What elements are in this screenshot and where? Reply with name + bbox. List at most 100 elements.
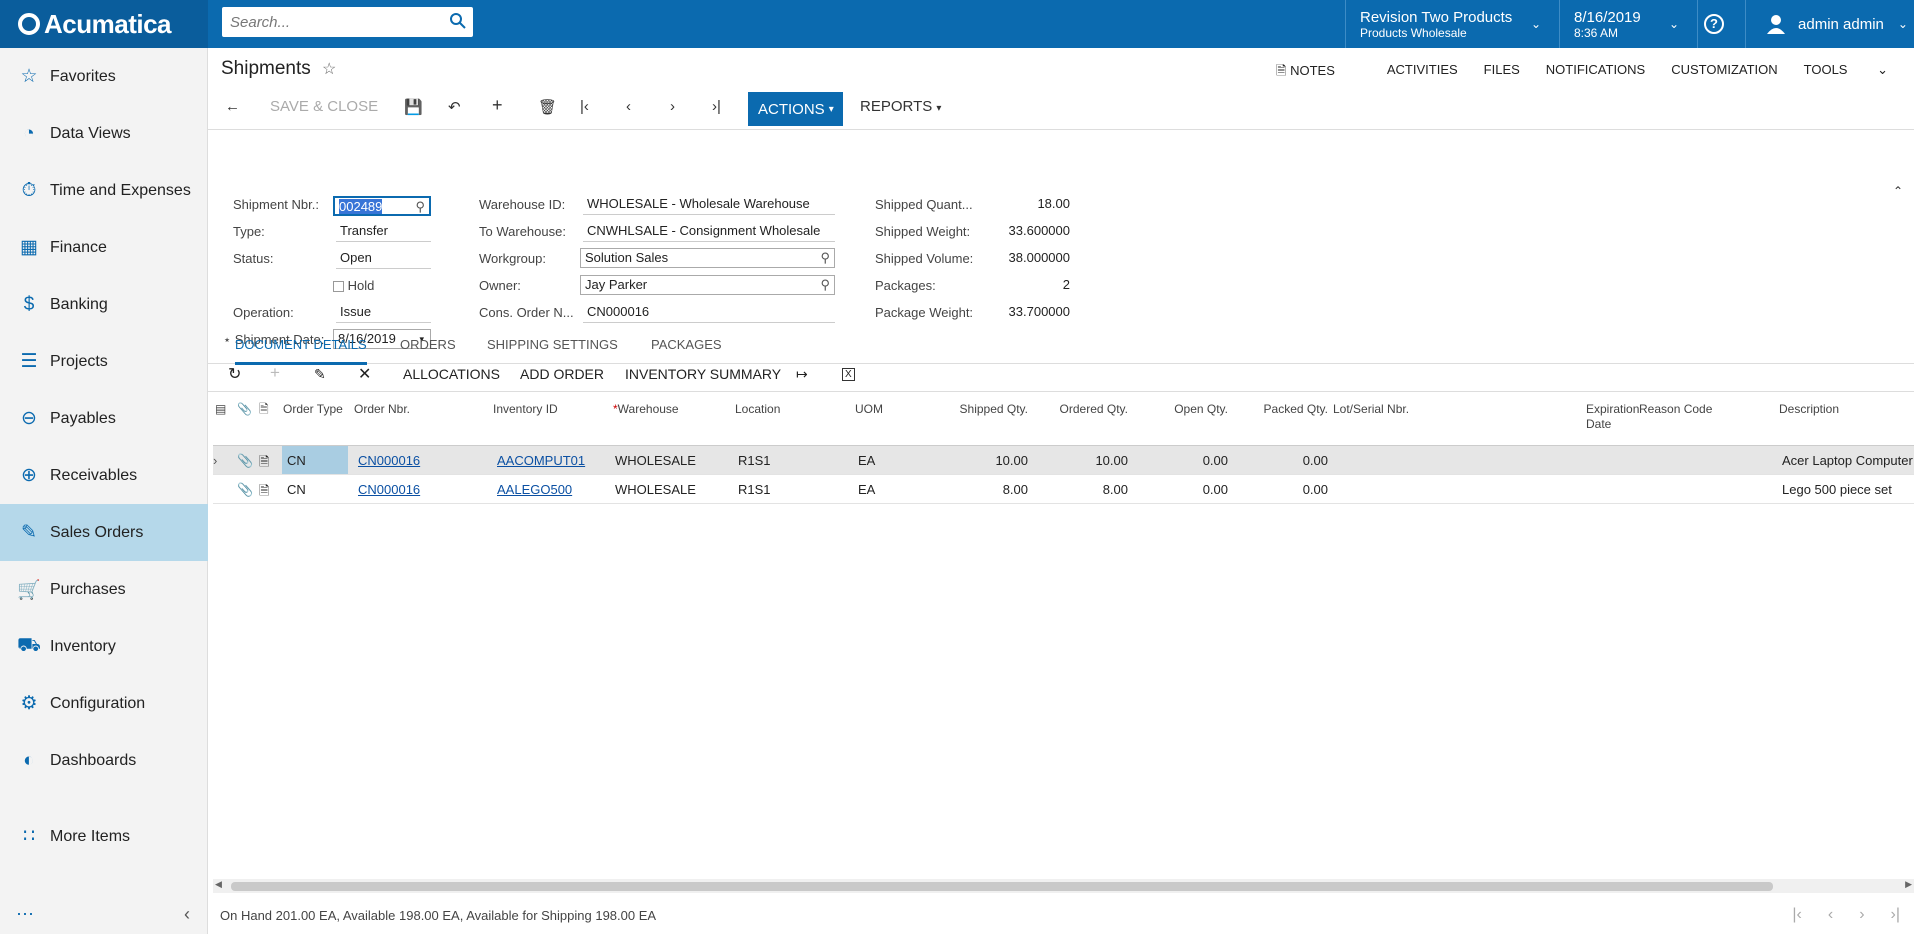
company-selector[interactable]: Revision Two Products Products Wholesale… (1345, 0, 1559, 48)
col-open-qty[interactable]: Open Qty. (1148, 402, 1228, 417)
cell-location[interactable]: R1S1 (738, 482, 771, 497)
last-record-icon[interactable]: ›| (712, 98, 721, 115)
sidebar-item-finance[interactable]: ▦ Finance (0, 219, 208, 276)
cons-order-field[interactable]: CN000016 (583, 303, 835, 323)
favorite-star-icon[interactable]: ☆ (322, 59, 336, 79)
edit-icon[interactable]: ✎ (314, 366, 326, 383)
cell-inventory-id[interactable]: AALEGO500 (497, 482, 572, 497)
more-dots-icon[interactable]: ⋯ (16, 904, 34, 925)
attachment-icon[interactable]: 📎 (237, 453, 253, 469)
delete-row-icon[interactable]: ✕ (358, 364, 371, 384)
cell-shipped-qty[interactable]: 10.00 (948, 453, 1028, 468)
table-row[interactable]: 📎 🗎 CN CN000016 AALEGO500 WHOLESALE R1S1… (213, 475, 1914, 504)
scrollbar-thumb[interactable] (231, 882, 1773, 891)
cell-order-type[interactable]: CN (287, 453, 306, 468)
col-description[interactable]: Description (1779, 402, 1839, 417)
add-row-icon[interactable]: + (270, 363, 280, 383)
cell-order-nbr[interactable]: CN000016 (358, 453, 420, 468)
note-icon[interactable]: 🗎 (259, 453, 269, 475)
sidebar-item-purchases[interactable]: 🛒 Purchases (0, 561, 208, 618)
attachment-icon[interactable]: 📎 (237, 482, 253, 498)
actions-button[interactable]: ACTIONS ▾ (748, 92, 843, 126)
sidebar-item-sales-orders[interactable]: ✎ Sales Orders (0, 504, 208, 561)
cell-order-type[interactable]: CN (287, 482, 306, 497)
col-lot-serial-nbr[interactable]: Lot/Serial Nbr. (1333, 402, 1409, 417)
col-reason-code[interactable]: Reason Code (1639, 402, 1712, 417)
cell-warehouse[interactable]: WHOLESALE (615, 453, 696, 468)
tab-packages[interactable]: PACKAGES (651, 337, 722, 352)
cell-description[interactable]: Acer Laptop Computer (1782, 453, 1913, 468)
tab-orders[interactable]: ORDERS (400, 337, 456, 352)
activities-link[interactable]: ACTIVITIES (1387, 62, 1458, 84)
delete-icon[interactable]: 🗑 (538, 98, 557, 116)
table-row[interactable]: › 📎 🗎 CN CN000016 AACOMPUT01 WHOLESALE R… (213, 446, 1914, 475)
workgroup-field[interactable]: Solution Sales ⚲ (580, 248, 835, 268)
col-ordered-qty[interactable]: Ordered Qty. (1048, 402, 1128, 417)
refresh-icon[interactable]: ↻ (228, 364, 241, 384)
cell-shipped-qty[interactable]: 8.00 (948, 482, 1028, 497)
sidebar-item-time-and-expenses[interactable]: ⏱ Time and Expenses (0, 162, 208, 219)
horizontal-scrollbar[interactable]: ◀ ▶ (213, 879, 1914, 893)
tab-shipping-settings[interactable]: SHIPPING SETTINGS (487, 337, 618, 352)
fit-columns-icon[interactable]: ↦ (796, 366, 808, 383)
undo-icon[interactable]: ↶ (448, 98, 461, 116)
col-uom[interactable]: UOM (855, 402, 883, 417)
cell-uom[interactable]: EA (858, 453, 875, 468)
note-icon[interactable]: 🗎 (259, 482, 269, 504)
cell-inventory-id[interactable]: AACOMPUT01 (497, 453, 585, 468)
scroll-left-icon[interactable]: ◀ (215, 879, 222, 890)
row-selector-header-icon[interactable]: ▤ (215, 402, 226, 417)
collapse-sidebar-icon[interactable]: ‹ (184, 904, 190, 925)
search-icon[interactable] (449, 12, 467, 30)
acumatica-logo[interactable]: Acumatica (0, 0, 208, 48)
search-input[interactable]: Search... (222, 7, 473, 37)
cell-uom[interactable]: EA (858, 482, 875, 497)
customization-link[interactable]: CUSTOMIZATION (1671, 62, 1777, 84)
col-shipped-qty[interactable]: Shipped Qty. (948, 402, 1028, 417)
sidebar-item-dashboards[interactable]: ◐ Dashboards (0, 732, 208, 789)
last-page-icon[interactable]: ›| (1891, 906, 1900, 924)
reports-button[interactable]: REPORTS ▾ (860, 98, 941, 115)
notes-link[interactable]: 🗎 NOTES (1276, 62, 1361, 84)
save-close-button[interactable]: SAVE & CLOSE (270, 98, 378, 115)
shipment-nbr-field[interactable]: 002489 ⚲ (333, 196, 431, 216)
files-link[interactable]: FILES (1484, 62, 1520, 84)
col-packed-qty[interactable]: Packed Qty. (1248, 402, 1328, 417)
sidebar-item-payables[interactable]: ⊖ Payables (0, 390, 208, 447)
lookup-icon[interactable]: ⚲ (820, 249, 830, 267)
allocations-button[interactable]: ALLOCATIONS (403, 366, 500, 382)
col-warehouse[interactable]: *Warehouse (613, 402, 679, 417)
next-record-icon[interactable]: › (670, 98, 675, 115)
col-order-type[interactable]: Order Type (283, 402, 343, 417)
date-selector[interactable]: 8/16/2019 8:36 AM ⌄ (1559, 0, 1697, 48)
sidebar-item-more-items[interactable]: ∷ More Items (0, 808, 208, 865)
hold-checkbox[interactable]: Hold (333, 278, 374, 293)
type-field[interactable]: Transfer (336, 222, 431, 242)
sidebar-item-projects[interactable]: ☰ Projects (0, 333, 208, 390)
sidebar-item-receivables[interactable]: ⊕ Receivables (0, 447, 208, 504)
notifications-link[interactable]: NOTIFICATIONS (1546, 62, 1645, 84)
cell-location[interactable]: R1S1 (738, 453, 771, 468)
owner-field[interactable]: Jay Parker ⚲ (580, 275, 835, 295)
sidebar-item-favorites[interactable]: ☆ Favorites (0, 48, 208, 105)
export-excel-icon[interactable]: X (842, 368, 855, 381)
cell-description[interactable]: Lego 500 piece set (1782, 482, 1892, 497)
save-icon[interactable]: 💾 (404, 98, 423, 116)
sidebar-item-data-views[interactable]: ◔ Data Views (0, 105, 208, 162)
user-menu[interactable]: admin admin ⌄ (1745, 0, 1914, 48)
first-record-icon[interactable]: |‹ (580, 98, 589, 115)
add-order-button[interactable]: ADD ORDER (520, 366, 604, 382)
lookup-icon[interactable]: ⚲ (820, 276, 830, 294)
next-page-icon[interactable]: › (1859, 906, 1864, 924)
help-button[interactable]: ? (1697, 0, 1731, 48)
scroll-right-icon[interactable]: ▶ (1905, 879, 1912, 890)
first-page-icon[interactable]: |‹ (1792, 906, 1801, 924)
cell-order-nbr[interactable]: CN000016 (358, 482, 420, 497)
col-inventory-id[interactable]: Inventory ID (493, 402, 558, 417)
tools-link[interactable]: TOOLS ⌄ (1804, 62, 1888, 84)
previous-page-icon[interactable]: ‹ (1828, 906, 1833, 924)
col-location[interactable]: Location (735, 402, 780, 417)
to-warehouse-field[interactable]: CNWHLSALE - Consignment Wholesale (583, 222, 835, 242)
col-order-nbr[interactable]: Order Nbr. (354, 402, 410, 417)
back-icon[interactable]: ← (225, 98, 240, 115)
